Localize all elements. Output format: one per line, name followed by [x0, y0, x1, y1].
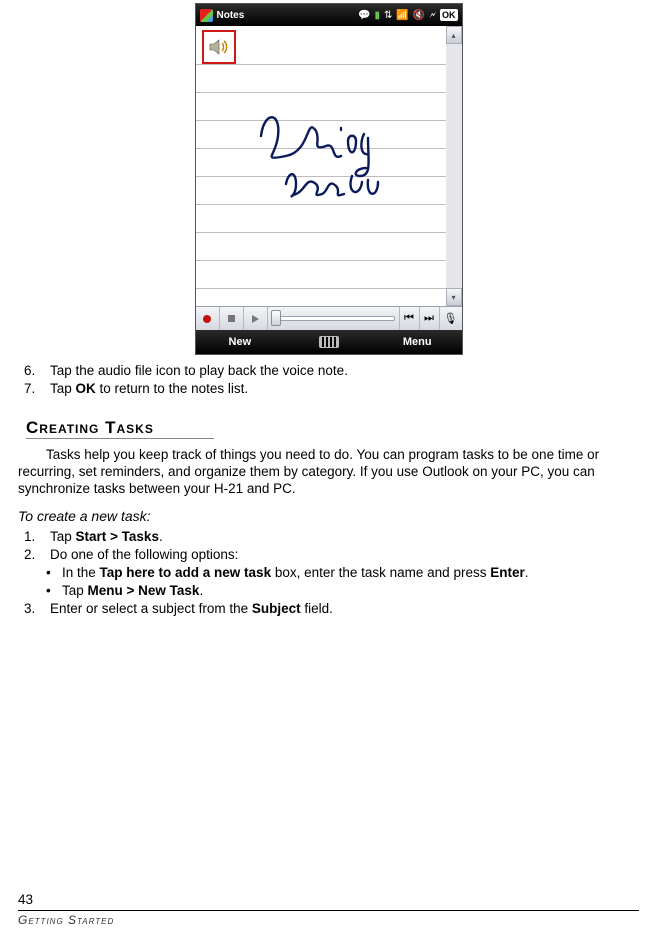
list-item: 7.Tap OK to return to the notes list.	[18, 381, 639, 398]
next-track-button[interactable]: ⏭	[420, 307, 440, 330]
scrollbar[interactable]: ▴ ▾	[446, 26, 462, 306]
stop-icon	[228, 315, 235, 322]
sync-icon: ⇅	[384, 10, 392, 21]
volume-icon: 🔇	[413, 10, 425, 21]
chat-icon: 💬	[358, 10, 370, 21]
list-item: 1.Tap Start > Tasks.	[18, 529, 639, 546]
device-titlebar: Notes 💬 ▮ ⇅ 📶 🔇 🗲 OK	[196, 4, 462, 26]
battery-icon: 🗲	[429, 10, 436, 21]
note-canvas[interactable]: ▴ ▾	[196, 26, 462, 306]
handwriting	[256, 106, 416, 226]
scroll-down-icon[interactable]: ▾	[446, 288, 462, 306]
list-item: 2.Do one of the following options:	[18, 547, 639, 564]
record-button[interactable]	[196, 307, 220, 330]
play-button[interactable]	[244, 307, 268, 330]
keyboard-icon	[319, 336, 339, 348]
start-flag-icon[interactable]	[200, 9, 213, 22]
scroll-up-icon[interactable]: ▴	[446, 26, 462, 44]
record-icon	[203, 315, 211, 323]
antenna-icon: 📶	[396, 10, 408, 21]
document-body: 6.Tap the audio file icon to play back t…	[0, 363, 657, 618]
section-paragraph: Tasks help you keep track of things you …	[18, 447, 639, 498]
ok-button[interactable]: OK	[440, 9, 458, 21]
softkey-keyboard[interactable]	[284, 330, 373, 354]
sub-heading: To create a new task:	[18, 508, 639, 526]
list-item: •Tap Menu > New Task.	[46, 583, 639, 600]
app-title: Notes	[217, 10, 245, 21]
section-heading: Creating Tasks	[26, 417, 214, 439]
audio-file-icon[interactable]	[202, 30, 236, 64]
play-icon	[252, 315, 259, 323]
recorder-toolbar: ⏮ ⏭ 🎙	[196, 306, 462, 330]
footer-chapter: Getting Started	[18, 910, 639, 927]
softkey-new[interactable]: New	[196, 330, 285, 354]
device-screenshot: Notes 💬 ▮ ⇅ 📶 🔇 🗲 OK	[195, 3, 463, 355]
stop-button[interactable]	[220, 307, 244, 330]
insert-recording-button[interactable]: 🎙	[440, 307, 462, 330]
prev-track-button[interactable]: ⏮	[400, 307, 420, 330]
list-item: •In the Tap here to add a new task box, …	[46, 565, 639, 582]
softkey-menu[interactable]: Menu	[373, 330, 462, 354]
playback-slider[interactable]	[268, 307, 400, 330]
speaker-icon	[207, 35, 231, 59]
system-tray: 💬 ▮ ⇅ 📶 🔇 🗲 OK	[358, 9, 457, 21]
page-number: 43	[18, 892, 33, 907]
signal-icon: ▮	[375, 10, 381, 21]
list-item: 3.Enter or select a subject from the Sub…	[18, 601, 639, 618]
softkey-bar: New Menu	[196, 330, 462, 354]
list-item: 6.Tap the audio file icon to play back t…	[18, 363, 639, 380]
